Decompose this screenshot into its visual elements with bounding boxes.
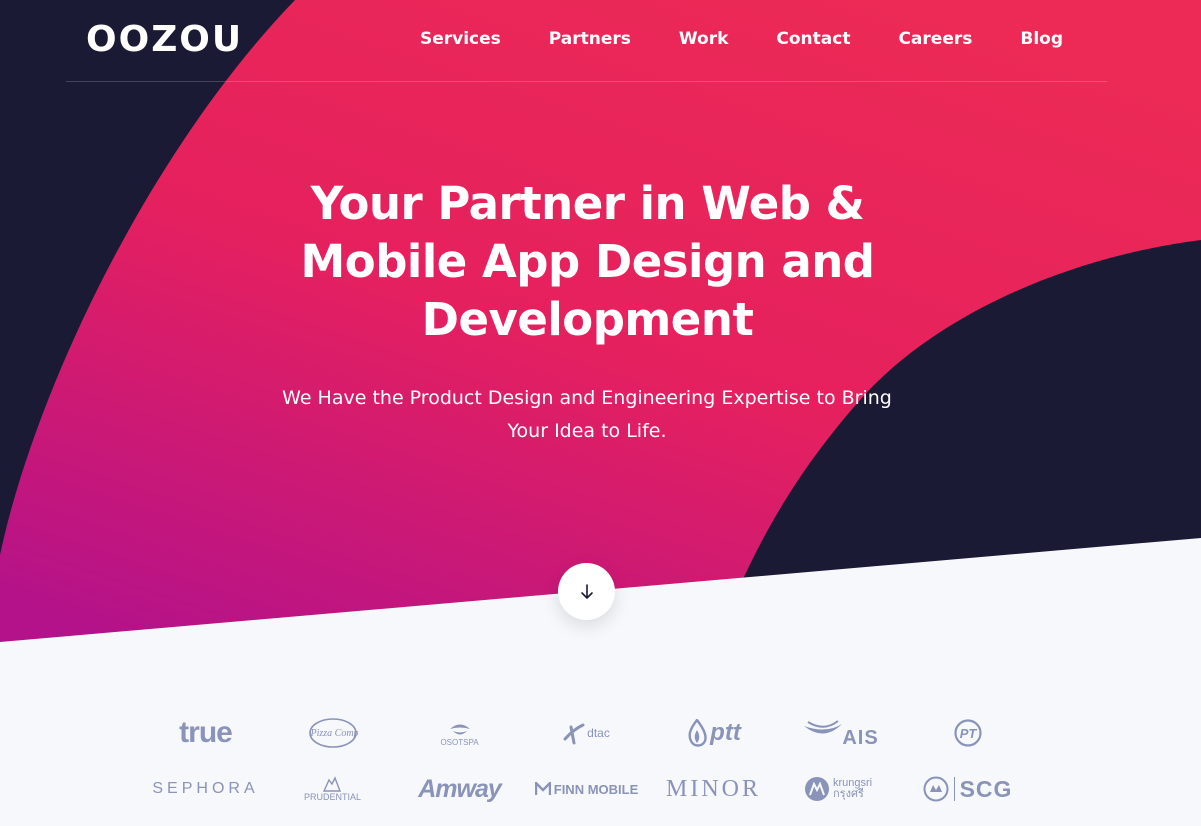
- nav-item-work[interactable]: Work: [679, 28, 729, 50]
- client-logo-osotspa: OSOTSPA: [396, 705, 523, 761]
- nav-item-partners[interactable]: Partners: [549, 28, 631, 50]
- client-logo-finn-mobile: FINN MOBILE: [523, 761, 650, 817]
- dtac-logo-icon: [563, 723, 585, 745]
- scroll-down-button[interactable]: [558, 563, 615, 620]
- nav-item-careers[interactable]: Careers: [898, 28, 972, 50]
- client-logo-prudential: PRUDENTIAL: [269, 761, 396, 817]
- scg-emblem-icon: [923, 776, 949, 802]
- nav-item-services[interactable]: Services: [420, 28, 501, 50]
- svg-text:PT: PT: [959, 726, 977, 741]
- arrow-down-icon: [580, 583, 593, 599]
- nav-item-contact[interactable]: Contact: [776, 28, 850, 50]
- hero-subtitle: We Have the Product Design and Engineeri…: [282, 387, 892, 442]
- prudential-rock-icon: [323, 776, 342, 792]
- client-logo-ptt: ptt: [650, 705, 777, 761]
- header: OOZOU Services Partners Work Contact Car…: [66, 0, 1107, 82]
- main-nav: Services Partners Work Contact Careers B…: [420, 28, 1063, 50]
- ais-swoosh-icon: [804, 720, 843, 734]
- scg-divider: [953, 777, 955, 801]
- client-logo-ais: AIS: [777, 705, 904, 761]
- client-logo-pt: PT: [904, 705, 1031, 761]
- ptt-flame-icon: [688, 719, 707, 747]
- oozou-logo[interactable]: OOZOU: [86, 22, 243, 58]
- client-logo-sephora: SEPHORA: [152, 780, 259, 797]
- nav-item-blog[interactable]: Blog: [1020, 28, 1063, 50]
- hero-title: Your Partner in Web & Mobile App Design …: [300, 177, 875, 346]
- page: OOZOU Services Partners Work Contact Car…: [0, 0, 1201, 826]
- client-logo-pizza-company: The Pizza Company: [269, 705, 396, 761]
- client-logo-minor: MINOR: [665, 775, 761, 802]
- client-logo-true: true: [179, 716, 233, 749]
- client-logo-amway: Amway: [418, 774, 502, 803]
- svg-text:The Pizza Company: The Pizza Company: [308, 728, 358, 739]
- client-logos: true The Pizza Company OSOTSPA dtac: [142, 705, 1032, 817]
- pizza-company-logo-icon: The Pizza Company: [308, 718, 358, 748]
- client-logo-dtac: dtac: [523, 705, 650, 761]
- client-logo-scg: SCG: [904, 761, 1031, 817]
- finn-mobile-mark-icon: [534, 782, 551, 795]
- pt-emblem-icon: PT: [953, 719, 982, 747]
- krungsri-emblem-icon: [805, 777, 829, 801]
- client-logo-krungsri: krungsri กรุงศรี: [777, 761, 904, 817]
- osotspa-emblem-icon: [449, 724, 470, 734]
